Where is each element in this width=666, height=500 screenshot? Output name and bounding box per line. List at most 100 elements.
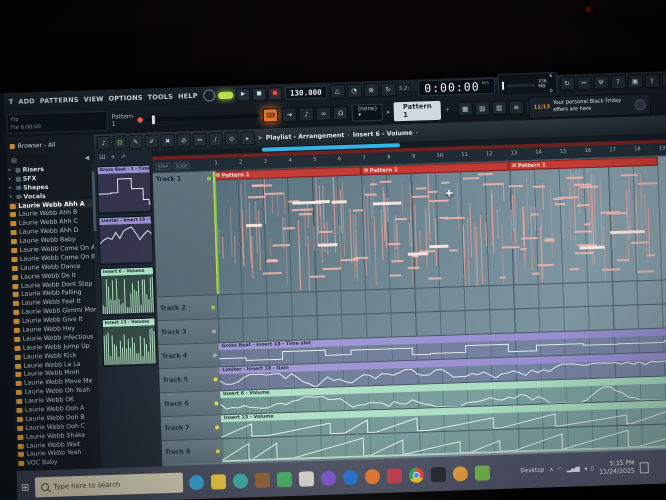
countin-icon[interactable]: ⊕ bbox=[363, 83, 378, 97]
link-icon[interactable]: ∞ bbox=[316, 106, 331, 120]
taskbar-app-hp[interactable] bbox=[343, 469, 358, 484]
taskbar-search[interactable]: Type here to search bbox=[35, 473, 184, 498]
track-header-4[interactable]: Track 4 bbox=[158, 343, 219, 368]
paint-icon[interactable]: ✐ bbox=[144, 134, 158, 148]
main-volume-slider[interactable] bbox=[147, 114, 259, 122]
playlist-title[interactable]: Playlist - Arrangement bbox=[266, 132, 345, 142]
sync-icon[interactable]: ↻ bbox=[559, 76, 574, 90]
track-mute-dot[interactable] bbox=[215, 425, 219, 429]
signal-icon[interactable]: ▂▄▆ bbox=[567, 466, 581, 472]
menu-item-tools[interactable]: TOOLS bbox=[145, 93, 176, 102]
picker-clip[interactable]: Insert 6 - Volume bbox=[100, 266, 156, 316]
onedrive-icon[interactable]: ◠ bbox=[557, 467, 562, 473]
plus-icon[interactable]: + bbox=[110, 154, 115, 161]
playlist-icon[interactable]: ▦ bbox=[458, 102, 473, 116]
taskbar-app-photos[interactable] bbox=[387, 468, 402, 483]
start-button[interactable]: ⊞ bbox=[21, 482, 30, 493]
menu-item-patterns[interactable]: PATTERNS bbox=[37, 96, 81, 105]
loop-source-select[interactable]: (none) ▾ bbox=[352, 103, 384, 121]
magnet-icon[interactable]: Ω bbox=[112, 135, 126, 149]
action-center-icon[interactable] bbox=[640, 462, 649, 473]
track-mute-dot[interactable] bbox=[211, 305, 215, 309]
track-mute-dot[interactable] bbox=[214, 401, 218, 405]
pencil-icon[interactable]: ✎ bbox=[128, 135, 142, 149]
picker-clip[interactable]: Insert 13 - Volume bbox=[102, 317, 158, 367]
mixer-icon[interactable]: ≡ bbox=[509, 100, 524, 114]
notification-toast[interactable]: 11/13 Your personal Black Friday offers … bbox=[528, 93, 651, 119]
taskbar-app-media[interactable] bbox=[453, 466, 468, 481]
track-header-7[interactable]: Track 7 bbox=[161, 415, 222, 440]
pattern-add-icon[interactable]: + bbox=[445, 106, 450, 113]
record-button[interactable]: ● bbox=[268, 87, 282, 100]
mute-tool-icon[interactable]: ⊘ bbox=[176, 133, 190, 147]
track-header-3[interactable]: Track 3 bbox=[158, 319, 219, 344]
slice-icon[interactable]: ∕ bbox=[208, 132, 222, 146]
track-header-1[interactable]: Track 1 bbox=[153, 171, 217, 296]
track-header-6[interactable]: Track 6 bbox=[160, 391, 221, 416]
help-icon[interactable]: ? bbox=[610, 75, 625, 89]
taskbar-app-excel[interactable] bbox=[277, 471, 292, 486]
playback-tool-icon[interactable]: ▸ bbox=[240, 131, 254, 145]
stop-button[interactable]: ■ bbox=[252, 87, 266, 100]
upload-icon[interactable]: ⇪ bbox=[644, 74, 659, 88]
track-mute-dot[interactable] bbox=[216, 449, 220, 453]
slip-icon[interactable]: ↔ bbox=[192, 133, 206, 147]
piano-roll-icon[interactable]: ▤ bbox=[475, 101, 490, 115]
wait-icon[interactable]: ◔ bbox=[346, 83, 361, 97]
pattern-prev-icon[interactable]: ▸ bbox=[387, 108, 390, 115]
track-header-2[interactable]: Track 2 bbox=[157, 295, 218, 320]
track-mute-dot[interactable] bbox=[207, 176, 211, 180]
track-mute-dot[interactable] bbox=[214, 377, 218, 381]
taskbar-app-firefox[interactable] bbox=[365, 469, 380, 484]
taskbar-app-folder[interactable] bbox=[211, 474, 226, 489]
multilink-icon[interactable]: Ω bbox=[333, 106, 348, 120]
blend-notes-icon[interactable]: ♪ bbox=[299, 107, 314, 121]
time-display[interactable]: 0:00:00 M:S bbox=[418, 78, 495, 97]
menu-item-view[interactable]: VIEW bbox=[81, 95, 106, 104]
taskbar-app-chrome[interactable] bbox=[409, 467, 424, 482]
picker-clip[interactable]: Limiter - Insert 18 - Gain bbox=[98, 215, 154, 265]
line-icon[interactable]: ↗ bbox=[121, 153, 126, 160]
battery-icon[interactable]: ▯ bbox=[591, 466, 594, 472]
delete-icon[interactable]: ✖ bbox=[160, 134, 174, 148]
ruler-tool-step[interactable]: STEP bbox=[155, 162, 170, 169]
taskbar-app-clipchamp[interactable] bbox=[321, 470, 336, 485]
menu-item-add[interactable]: ADD bbox=[16, 97, 38, 106]
picker-clip[interactable]: Gross Beat - 1 - Time slot bbox=[96, 164, 152, 214]
track-header-8[interactable]: Track 8 bbox=[162, 439, 223, 464]
pattern-selector[interactable]: Pattern 1 bbox=[394, 100, 441, 121]
typing-keyboard-icon[interactable]: ⌨ bbox=[263, 108, 278, 122]
browser-item[interactable]: VOC Baby bbox=[18, 457, 104, 469]
metronome-icon[interactable]: △ bbox=[329, 84, 344, 98]
track-header-5[interactable]: Track 5 bbox=[159, 367, 220, 392]
desktop-toolbar-label[interactable]: Desktop bbox=[520, 468, 544, 475]
taskbar-app-office[interactable] bbox=[255, 472, 270, 487]
achievements-icon[interactable]: ◎ bbox=[661, 73, 666, 87]
save-icon[interactable]: ▣ bbox=[627, 74, 642, 88]
taskbar-app-store[interactable] bbox=[233, 473, 248, 488]
grid-icon[interactable]: Ш bbox=[99, 154, 106, 161]
channel-rack-icon[interactable]: ▥ bbox=[492, 101, 507, 115]
render-icon[interactable]: ✂ bbox=[576, 76, 591, 90]
menu-item-help[interactable]: HELP bbox=[175, 92, 200, 101]
tempo-display[interactable]: 130.000 bbox=[285, 85, 327, 99]
copy-icon[interactable]: ▤ bbox=[11, 157, 17, 164]
taskbar-app-edge[interactable] bbox=[189, 474, 204, 489]
mic-icon[interactable]: Ψ bbox=[593, 75, 608, 89]
preview-speaker-icon[interactable]: ◀ bbox=[84, 154, 89, 161]
track-mute-dot[interactable] bbox=[213, 353, 217, 357]
track-lane-1[interactable]: ▦Pattern 1▦Pattern 1▦Pattern 1✚ bbox=[213, 156, 666, 295]
taskbar-app-notes[interactable] bbox=[299, 471, 314, 486]
menu-item-options[interactable]: OPTIONS bbox=[106, 94, 145, 103]
track-mute-dot[interactable] bbox=[212, 329, 216, 333]
play-button[interactable]: ▶ bbox=[236, 88, 250, 101]
taskbar-app-terminal[interactable] bbox=[431, 466, 446, 481]
taskbar-app-paint[interactable] bbox=[475, 465, 490, 480]
loop-record-icon[interactable]: ↻ bbox=[380, 82, 395, 96]
step-edit-icon[interactable]: ➔ bbox=[282, 108, 297, 122]
main-volume-knob[interactable] bbox=[203, 89, 215, 101]
zoom-tool-icon[interactable]: ⊙ bbox=[224, 132, 238, 146]
volume-icon[interactable]: ◂ bbox=[584, 466, 587, 472]
playlist-subtitle[interactable]: Insert 6 - Volume bbox=[353, 129, 413, 138]
tray-expand-icon[interactable]: ∧ bbox=[549, 467, 553, 473]
